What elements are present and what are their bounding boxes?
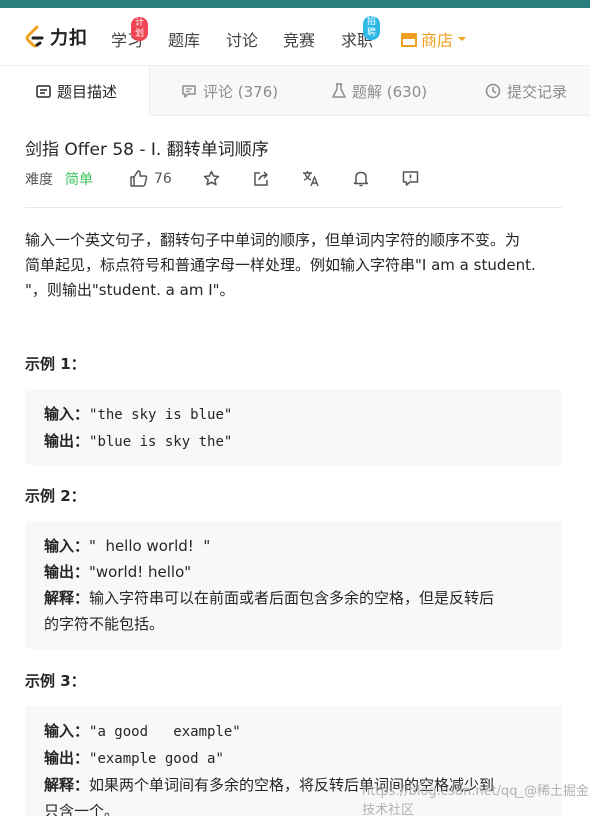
translate-icon — [303, 171, 319, 187]
example-1-title: 示例 1： — [25, 355, 86, 373]
share-button[interactable] — [253, 170, 270, 187]
difficulty-label: 难度 — [25, 172, 53, 188]
example-explain-line: 解释：输入字符串可以在前面或者后面包含多余的空格，但是反转后 — [44, 585, 543, 611]
nav-item-study[interactable]: 学习 计划 — [111, 17, 149, 51]
translate-button[interactable] — [302, 170, 320, 187]
output-value: "world! hello" — [89, 563, 192, 581]
nav-item-problems[interactable]: 题库 — [168, 27, 200, 51]
subscribe-button[interactable] — [353, 170, 369, 187]
example-2-title: 示例 2： — [25, 487, 86, 505]
problem-tabs: 题目描述 评论 (376) 题解 (630) 提交记录 — [0, 66, 590, 116]
nav-item-store[interactable]: 商店 — [400, 27, 467, 51]
tab-comments[interactable]: 评论 (376) — [181, 66, 278, 116]
output-key: 输出： — [44, 432, 90, 450]
nav-badge-plan: 计划 — [131, 17, 149, 41]
input-key: 输入： — [44, 405, 90, 423]
example-input-line: 输入："a good example" — [44, 718, 543, 745]
tab-label: 题目描述 — [57, 82, 118, 101]
favorite-button[interactable] — [203, 170, 220, 187]
example-2-box: 输入：" hello world! " 输出："world! hello" 解释… — [25, 521, 562, 649]
difficulty-row: 难度 简单 — [25, 168, 93, 190]
tab-submissions[interactable]: 提交记录 — [485, 66, 567, 116]
explain-text: 输入字符串可以在前面或者后面包含多余的空格，但是反转后 — [89, 589, 495, 607]
store-icon — [401, 33, 417, 47]
nav-badge-hiring: 招聘 — [363, 16, 381, 40]
feedback-icon — [402, 171, 419, 186]
output-value: "example good a" — [89, 751, 224, 767]
nav-item-label: 竞赛 — [283, 31, 316, 50]
example-output-line: 输出："world! hello" — [44, 559, 543, 585]
input-value: "the sky is blue" — [89, 407, 233, 423]
top-accent-strip — [0, 0, 590, 8]
example-input-line: 输入：" hello world! " — [44, 533, 543, 559]
nav-item-label: 题库 — [168, 31, 201, 50]
example-input-line: 输入："the sky is blue" — [44, 401, 543, 428]
star-icon — [203, 170, 220, 186]
like-count: 76 — [154, 170, 172, 187]
problem-title: 剑指 Offer 58 - I. 翻转单词顺序 — [25, 140, 269, 160]
feedback-button[interactable] — [402, 170, 419, 187]
description-line: 输入一个英文句子，翻转句子中单词的顺序，但单词内字符的顺序不变。为 — [25, 231, 521, 249]
description-icon — [36, 84, 51, 98]
description-line: 简单起见，标点符号和普通字母一样处理。例如输入字符串"I am a studen… — [25, 256, 536, 274]
input-key: 输入： — [44, 537, 90, 555]
tab-label: 题解 (630) — [352, 82, 428, 101]
example-explain-line-2: 的字符不能包括。 — [44, 615, 165, 633]
flask-icon — [332, 83, 346, 98]
nav-item-jobs[interactable]: 求职 招聘 — [341, 16, 381, 51]
example-output-line: 输出："blue is sky the" — [44, 428, 543, 455]
tab-solutions[interactable]: 题解 (630) — [332, 66, 427, 116]
share-icon — [254, 171, 268, 186]
caret-down-icon — [458, 37, 467, 41]
description-line: "，则输出"student. a am I"。 — [25, 281, 235, 299]
example-3-title: 示例 3： — [25, 672, 86, 690]
clock-icon — [485, 83, 501, 99]
explain-key: 解释： — [44, 776, 90, 794]
leetcode-logo[interactable]: 力扣 — [24, 24, 88, 50]
nav-item-contest[interactable]: 竞赛 — [283, 27, 315, 51]
nav-item-label: 讨论 — [226, 31, 259, 50]
like-button[interactable]: 76 — [130, 170, 172, 187]
comment-icon — [182, 84, 196, 98]
bell-icon — [353, 171, 369, 187]
nav-item-discuss[interactable]: 讨论 — [226, 27, 258, 51]
thumbs-up-icon — [130, 170, 148, 187]
problem-description: 输入一个英文句子，翻转句子中单词的顺序，但单词内字符的顺序不变。为 简单起见，标… — [25, 228, 570, 303]
tab-label: 评论 (376) — [203, 82, 279, 101]
output-value: "blue is sky the" — [89, 434, 233, 450]
tab-label: 提交记录 — [507, 82, 568, 101]
top-navbar: 力扣 学习 计划 题库 讨论 竞赛 求职 招聘 商店 — [0, 8, 590, 66]
watermark: https://blog.csdn.net/qq_@稀土掘金技术社区 — [362, 784, 590, 816]
tab-description[interactable]: 题目描述 — [0, 66, 150, 116]
input-value: "a good example" — [89, 724, 241, 740]
output-key: 输出： — [44, 749, 90, 767]
output-key: 输出： — [44, 563, 90, 581]
explain-key: 解释： — [44, 589, 90, 607]
difficulty-badge: 简单 — [65, 172, 93, 188]
example-output-line: 输出："example good a" — [44, 745, 543, 772]
nav-item-label: 商店 — [421, 31, 454, 50]
input-value: " hello world! " — [89, 537, 211, 555]
logo-text: 力扣 — [50, 28, 88, 49]
leetcode-logo-icon — [25, 25, 44, 48]
meta-divider — [25, 207, 562, 208]
example-1-box: 输入："the sky is blue" 输出："blue is sky the… — [25, 389, 562, 465]
input-key: 输入： — [44, 722, 90, 740]
